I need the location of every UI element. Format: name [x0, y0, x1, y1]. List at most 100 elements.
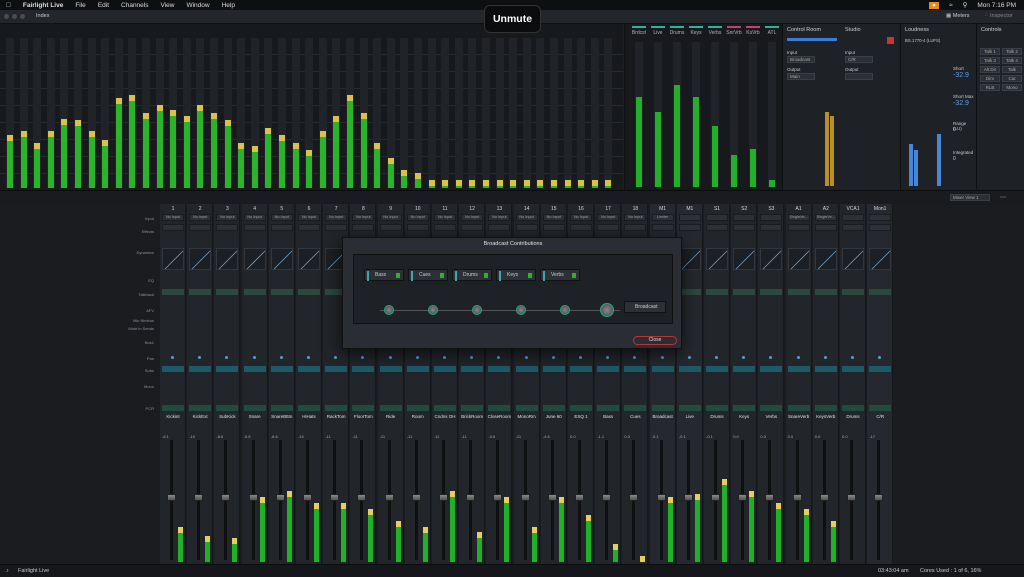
control-button[interactable]: Alt Dir: [980, 66, 1000, 73]
eq-display[interactable]: [814, 248, 837, 270]
fader-cap[interactable]: [411, 494, 421, 501]
effects-slot[interactable]: [651, 224, 674, 231]
pan-indicator[interactable]: [415, 356, 419, 359]
contribution-tag[interactable]: Drums: [452, 269, 492, 281]
pcr-assign[interactable]: [597, 405, 620, 411]
mic-status-icon[interactable]: ●: [929, 1, 939, 9]
control-button[interactable]: Talk 3: [980, 57, 1000, 64]
pan-indicator[interactable]: [878, 356, 882, 359]
effects-slot[interactable]: [434, 224, 456, 231]
subs-assign[interactable]: [733, 366, 756, 372]
channel-strip[interactable]: 3 No Input SubKick -8.6: [214, 204, 241, 564]
input-slot[interactable]: [869, 214, 892, 221]
effects-slot[interactable]: [760, 224, 783, 231]
pan-indicator[interactable]: [769, 356, 773, 359]
effects-slot[interactable]: [733, 224, 756, 231]
subs-assign[interactable]: [570, 366, 592, 372]
channel-strip[interactable]: 1 No Input Kickint -6.1: [160, 204, 186, 564]
input-slot[interactable]: No Input: [406, 214, 429, 221]
pcr-assign[interactable]: [379, 405, 402, 411]
menu-edit[interactable]: Edit: [98, 2, 109, 9]
input-slot[interactable]: No Input: [243, 214, 266, 221]
subs-assign[interactable]: [706, 366, 728, 372]
unmute-button[interactable]: Unmute: [484, 5, 541, 33]
pan-indicator[interactable]: [796, 356, 800, 359]
input-slot[interactable]: No Input: [216, 214, 239, 221]
effects-slot[interactable]: [298, 224, 320, 231]
subs-assign[interactable]: [352, 366, 375, 372]
talkback-button[interactable]: [733, 289, 756, 295]
input-slot[interactable]: No Input: [352, 214, 375, 221]
fader-cap[interactable]: [466, 494, 476, 501]
effects-slot[interactable]: [597, 224, 620, 231]
pcr-assign[interactable]: [461, 405, 484, 411]
pan-indicator[interactable]: [715, 356, 718, 359]
contribution-tag[interactable]: Bass: [364, 269, 404, 281]
input-slot[interactable]: No Input: [488, 214, 511, 221]
effects-slot[interactable]: [814, 224, 837, 231]
fader-cap[interactable]: [575, 494, 584, 501]
fader-cap[interactable]: [384, 494, 394, 501]
effects-slot[interactable]: [352, 224, 375, 231]
contribution-knob[interactable]: [428, 305, 438, 315]
contribution-knob[interactable]: [600, 303, 614, 317]
effects-slot[interactable]: [243, 224, 266, 231]
input-slot[interactable]: No Input: [597, 214, 620, 221]
input-slot[interactable]: [706, 214, 728, 221]
input-slot[interactable]: No Input: [325, 214, 348, 221]
pan-indicator[interactable]: [551, 356, 555, 359]
fader-cap[interactable]: [819, 494, 829, 501]
wifi-icon[interactable]: ≈: [949, 2, 953, 9]
meters-tab[interactable]: ▦ Meters: [946, 13, 970, 19]
pan-indicator[interactable]: [606, 356, 610, 359]
control-button[interactable]: Cut: [1002, 75, 1022, 82]
eq-display[interactable]: [243, 248, 266, 270]
channel-strip[interactable]: Mon1 C/R -17: [867, 204, 894, 564]
fader-cap[interactable]: [847, 494, 856, 501]
pcr-assign[interactable]: [624, 405, 647, 411]
effects-slot[interactable]: [325, 224, 348, 231]
index-tab[interactable]: Index: [36, 13, 49, 19]
pan-indicator[interactable]: [497, 356, 501, 359]
effects-slot[interactable]: [678, 224, 701, 231]
pan-indicator[interactable]: [225, 356, 229, 359]
talkback-button[interactable]: [760, 289, 783, 295]
eq-display[interactable]: [787, 248, 810, 270]
fader-cap[interactable]: [792, 494, 802, 501]
subs-assign[interactable]: [869, 366, 892, 372]
pcr-assign[interactable]: [787, 405, 810, 411]
subs-assign[interactable]: [678, 366, 701, 372]
subs-assign[interactable]: [651, 366, 674, 372]
subs-assign[interactable]: [787, 366, 810, 372]
pcr-assign[interactable]: [706, 405, 728, 411]
input-slot[interactable]: No Input: [570, 214, 592, 221]
subs-assign[interactable]: [270, 366, 293, 372]
subs-assign[interactable]: [760, 366, 783, 372]
menu-file[interactable]: File: [75, 2, 85, 9]
studio-output-select[interactable]: [845, 73, 873, 80]
subs-assign[interactable]: [162, 366, 184, 372]
app-menu[interactable]: Fairlight Live: [23, 2, 63, 9]
pcr-assign[interactable]: [189, 405, 212, 411]
search-icon[interactable]: ⚲: [963, 1, 968, 9]
contribution-tag[interactable]: Keys: [496, 269, 536, 281]
contribution-tag[interactable]: Verbs: [540, 269, 580, 281]
fader-cap[interactable]: [629, 494, 639, 501]
pcr-assign[interactable]: [488, 405, 511, 411]
minimize-window-button[interactable]: [12, 14, 17, 19]
pan-indicator[interactable]: [443, 356, 446, 359]
control-button[interactable]: Talk 4: [1002, 57, 1022, 64]
pcr-assign[interactable]: [216, 405, 239, 411]
effects-slot[interactable]: [270, 224, 293, 231]
zoom-window-button[interactable]: [20, 14, 25, 19]
input-slot[interactable]: [760, 214, 783, 221]
effects-slot[interactable]: [787, 224, 810, 231]
pcr-assign[interactable]: [542, 405, 565, 411]
pan-indicator[interactable]: [660, 356, 664, 359]
subs-assign[interactable]: [379, 366, 402, 372]
pan-indicator[interactable]: [252, 356, 256, 359]
input-slot[interactable]: No Input: [162, 214, 184, 221]
studio-mute-button[interactable]: [887, 37, 894, 44]
pan-indicator[interactable]: [171, 356, 174, 359]
effects-slot[interactable]: [624, 224, 647, 231]
